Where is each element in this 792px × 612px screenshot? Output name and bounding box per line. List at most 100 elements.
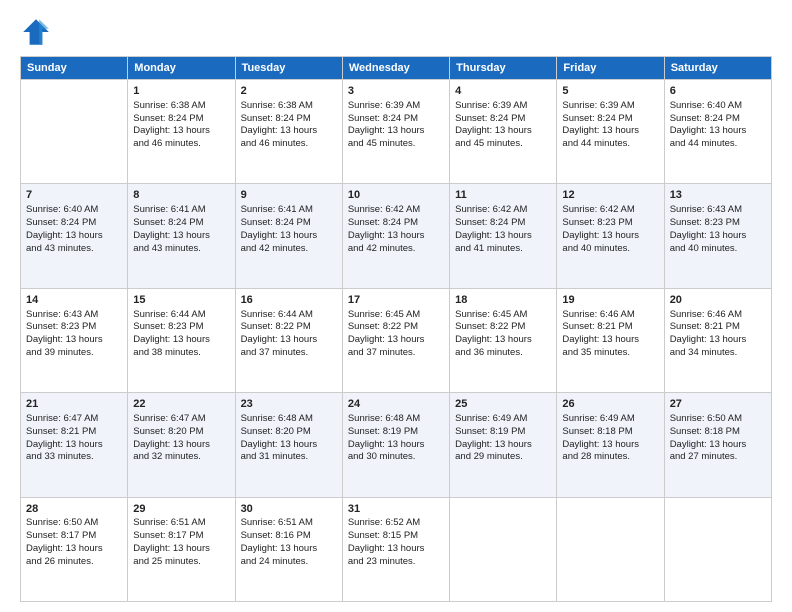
day-info: Sunrise: 6:43 AMSunset: 8:23 PMDaylight:… <box>26 309 122 360</box>
day-number: 28 <box>26 502 122 517</box>
day-info: Sunrise: 6:38 AMSunset: 8:24 PMDaylight:… <box>241 100 337 151</box>
day-cell <box>21 80 128 184</box>
day-info: Sunrise: 6:42 AMSunset: 8:24 PMDaylight:… <box>348 204 444 255</box>
day-cell: 2Sunrise: 6:38 AMSunset: 8:24 PMDaylight… <box>235 80 342 184</box>
header-cell-wednesday: Wednesday <box>342 57 449 80</box>
day-info: Sunrise: 6:42 AMSunset: 8:24 PMDaylight:… <box>455 204 551 255</box>
day-number: 2 <box>241 84 337 99</box>
day-number: 22 <box>133 397 229 412</box>
day-info: Sunrise: 6:41 AMSunset: 8:24 PMDaylight:… <box>241 204 337 255</box>
day-number: 30 <box>241 502 337 517</box>
day-info: Sunrise: 6:52 AMSunset: 8:15 PMDaylight:… <box>348 517 444 568</box>
day-number: 20 <box>670 293 766 308</box>
week-row-1: 7Sunrise: 6:40 AMSunset: 8:24 PMDaylight… <box>21 184 772 288</box>
day-cell: 28Sunrise: 6:50 AMSunset: 8:17 PMDayligh… <box>21 497 128 601</box>
week-row-2: 14Sunrise: 6:43 AMSunset: 8:23 PMDayligh… <box>21 288 772 392</box>
day-number: 1 <box>133 84 229 99</box>
day-info: Sunrise: 6:39 AMSunset: 8:24 PMDaylight:… <box>348 100 444 151</box>
day-cell: 30Sunrise: 6:51 AMSunset: 8:16 PMDayligh… <box>235 497 342 601</box>
day-cell: 14Sunrise: 6:43 AMSunset: 8:23 PMDayligh… <box>21 288 128 392</box>
day-number: 16 <box>241 293 337 308</box>
day-number: 8 <box>133 188 229 203</box>
header-cell-friday: Friday <box>557 57 664 80</box>
day-info: Sunrise: 6:44 AMSunset: 8:22 PMDaylight:… <box>241 309 337 360</box>
day-cell: 18Sunrise: 6:45 AMSunset: 8:22 PMDayligh… <box>450 288 557 392</box>
logo-icon <box>20 16 52 48</box>
day-cell: 19Sunrise: 6:46 AMSunset: 8:21 PMDayligh… <box>557 288 664 392</box>
header <box>20 16 772 48</box>
day-cell: 8Sunrise: 6:41 AMSunset: 8:24 PMDaylight… <box>128 184 235 288</box>
header-cell-monday: Monday <box>128 57 235 80</box>
day-cell: 29Sunrise: 6:51 AMSunset: 8:17 PMDayligh… <box>128 497 235 601</box>
day-info: Sunrise: 6:49 AMSunset: 8:18 PMDaylight:… <box>562 413 658 464</box>
day-cell: 1Sunrise: 6:38 AMSunset: 8:24 PMDaylight… <box>128 80 235 184</box>
day-cell: 16Sunrise: 6:44 AMSunset: 8:22 PMDayligh… <box>235 288 342 392</box>
day-number: 6 <box>670 84 766 99</box>
day-cell: 5Sunrise: 6:39 AMSunset: 8:24 PMDaylight… <box>557 80 664 184</box>
header-cell-sunday: Sunday <box>21 57 128 80</box>
calendar-table: SundayMondayTuesdayWednesdayThursdayFrid… <box>20 56 772 602</box>
day-cell: 6Sunrise: 6:40 AMSunset: 8:24 PMDaylight… <box>664 80 771 184</box>
day-cell: 31Sunrise: 6:52 AMSunset: 8:15 PMDayligh… <box>342 497 449 601</box>
day-number: 13 <box>670 188 766 203</box>
day-cell: 13Sunrise: 6:43 AMSunset: 8:23 PMDayligh… <box>664 184 771 288</box>
day-number: 26 <box>562 397 658 412</box>
day-number: 17 <box>348 293 444 308</box>
day-info: Sunrise: 6:47 AMSunset: 8:21 PMDaylight:… <box>26 413 122 464</box>
day-cell: 11Sunrise: 6:42 AMSunset: 8:24 PMDayligh… <box>450 184 557 288</box>
day-number: 3 <box>348 84 444 99</box>
day-info: Sunrise: 6:47 AMSunset: 8:20 PMDaylight:… <box>133 413 229 464</box>
day-number: 31 <box>348 502 444 517</box>
day-cell: 10Sunrise: 6:42 AMSunset: 8:24 PMDayligh… <box>342 184 449 288</box>
day-number: 23 <box>241 397 337 412</box>
day-info: Sunrise: 6:42 AMSunset: 8:23 PMDaylight:… <box>562 204 658 255</box>
day-number: 21 <box>26 397 122 412</box>
day-info: Sunrise: 6:39 AMSunset: 8:24 PMDaylight:… <box>455 100 551 151</box>
day-cell <box>557 497 664 601</box>
day-cell: 7Sunrise: 6:40 AMSunset: 8:24 PMDaylight… <box>21 184 128 288</box>
day-info: Sunrise: 6:44 AMSunset: 8:23 PMDaylight:… <box>133 309 229 360</box>
week-row-0: 1Sunrise: 6:38 AMSunset: 8:24 PMDaylight… <box>21 80 772 184</box>
day-info: Sunrise: 6:43 AMSunset: 8:23 PMDaylight:… <box>670 204 766 255</box>
header-cell-thursday: Thursday <box>450 57 557 80</box>
day-cell: 17Sunrise: 6:45 AMSunset: 8:22 PMDayligh… <box>342 288 449 392</box>
day-info: Sunrise: 6:38 AMSunset: 8:24 PMDaylight:… <box>133 100 229 151</box>
day-info: Sunrise: 6:49 AMSunset: 8:19 PMDaylight:… <box>455 413 551 464</box>
day-number: 12 <box>562 188 658 203</box>
day-info: Sunrise: 6:45 AMSunset: 8:22 PMDaylight:… <box>455 309 551 360</box>
day-cell: 23Sunrise: 6:48 AMSunset: 8:20 PMDayligh… <box>235 393 342 497</box>
day-info: Sunrise: 6:40 AMSunset: 8:24 PMDaylight:… <box>26 204 122 255</box>
day-info: Sunrise: 6:45 AMSunset: 8:22 PMDaylight:… <box>348 309 444 360</box>
day-number: 19 <box>562 293 658 308</box>
day-number: 15 <box>133 293 229 308</box>
day-cell: 15Sunrise: 6:44 AMSunset: 8:23 PMDayligh… <box>128 288 235 392</box>
week-row-4: 28Sunrise: 6:50 AMSunset: 8:17 PMDayligh… <box>21 497 772 601</box>
day-cell: 26Sunrise: 6:49 AMSunset: 8:18 PMDayligh… <box>557 393 664 497</box>
day-info: Sunrise: 6:48 AMSunset: 8:20 PMDaylight:… <box>241 413 337 464</box>
header-row: SundayMondayTuesdayWednesdayThursdayFrid… <box>21 57 772 80</box>
day-number: 4 <box>455 84 551 99</box>
calendar-page: SundayMondayTuesdayWednesdayThursdayFrid… <box>0 0 792 612</box>
day-number: 14 <box>26 293 122 308</box>
day-cell: 21Sunrise: 6:47 AMSunset: 8:21 PMDayligh… <box>21 393 128 497</box>
logo <box>20 16 56 48</box>
day-number: 27 <box>670 397 766 412</box>
day-info: Sunrise: 6:46 AMSunset: 8:21 PMDaylight:… <box>670 309 766 360</box>
day-info: Sunrise: 6:50 AMSunset: 8:18 PMDaylight:… <box>670 413 766 464</box>
day-number: 11 <box>455 188 551 203</box>
day-cell: 27Sunrise: 6:50 AMSunset: 8:18 PMDayligh… <box>664 393 771 497</box>
day-cell <box>664 497 771 601</box>
day-number: 25 <box>455 397 551 412</box>
calendar-header: SundayMondayTuesdayWednesdayThursdayFrid… <box>21 57 772 80</box>
day-number: 24 <box>348 397 444 412</box>
day-cell: 20Sunrise: 6:46 AMSunset: 8:21 PMDayligh… <box>664 288 771 392</box>
day-info: Sunrise: 6:46 AMSunset: 8:21 PMDaylight:… <box>562 309 658 360</box>
header-cell-tuesday: Tuesday <box>235 57 342 80</box>
calendar-body: 1Sunrise: 6:38 AMSunset: 8:24 PMDaylight… <box>21 80 772 602</box>
day-info: Sunrise: 6:50 AMSunset: 8:17 PMDaylight:… <box>26 517 122 568</box>
day-cell: 25Sunrise: 6:49 AMSunset: 8:19 PMDayligh… <box>450 393 557 497</box>
day-number: 5 <box>562 84 658 99</box>
day-cell: 4Sunrise: 6:39 AMSunset: 8:24 PMDaylight… <box>450 80 557 184</box>
day-info: Sunrise: 6:41 AMSunset: 8:24 PMDaylight:… <box>133 204 229 255</box>
day-info: Sunrise: 6:51 AMSunset: 8:16 PMDaylight:… <box>241 517 337 568</box>
